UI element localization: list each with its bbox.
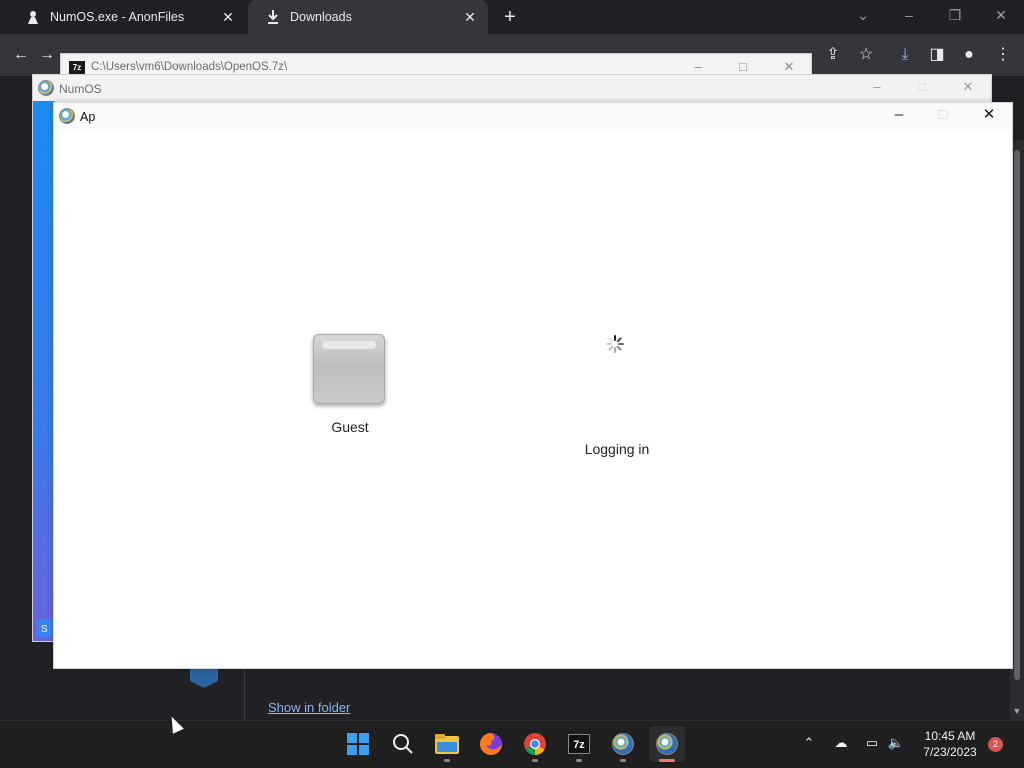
show-in-folder-link[interactable]: Show in folder xyxy=(268,700,350,715)
search-icon[interactable] xyxy=(385,726,421,762)
tab-anonfiles[interactable]: NumOS.exe - AnonFiles ✕ xyxy=(8,0,246,34)
numos-setup-glyph xyxy=(612,733,634,755)
numos-sidebar xyxy=(33,101,55,641)
network-icon[interactable]: ▭ xyxy=(862,733,882,753)
forward-icon[interactable]: → xyxy=(36,44,58,66)
close-icon[interactable]: ✕ xyxy=(978,0,1024,34)
window-title: C:\Users\vm6\Downloads\OpenOS.7z\ xyxy=(91,61,288,73)
tab-search-icon[interactable]: ⌄ xyxy=(840,0,886,34)
scrollbar-thumb[interactable] xyxy=(1014,150,1020,680)
close-icon[interactable]: ✕ xyxy=(972,104,1006,126)
share-icon[interactable]: ⇪ xyxy=(822,44,844,66)
start-button[interactable]: S xyxy=(37,619,53,637)
7zip-logo: 7z xyxy=(568,734,590,754)
volume-icon[interactable]: 🔈 xyxy=(886,733,906,753)
tab-label: Downloads xyxy=(290,10,352,24)
running-indicator xyxy=(620,759,626,762)
7zip-icon[interactable]: 7z xyxy=(561,726,597,762)
divider xyxy=(244,665,245,720)
numos-app-glyph xyxy=(656,733,678,755)
guest-label: Guest xyxy=(331,419,369,435)
loading-spinner-icon xyxy=(606,335,624,353)
running-indicator xyxy=(576,759,582,762)
active-indicator xyxy=(659,759,675,762)
notification-badge[interactable]: 2 xyxy=(988,737,1003,752)
numos-setup-icon[interactable] xyxy=(605,726,641,762)
numos-app-icon xyxy=(59,108,75,124)
close-tab-icon[interactable]: ✕ xyxy=(220,9,236,25)
numos-app-icon xyxy=(38,80,54,96)
download-icon[interactable]: ⤓ xyxy=(894,44,916,66)
chrome-icon[interactable] xyxy=(517,726,553,762)
star-icon[interactable]: ☆ xyxy=(855,44,877,66)
numos-app-icon[interactable] xyxy=(649,726,685,762)
scroll-down-icon[interactable]: ▼ xyxy=(1010,704,1024,718)
window-title: Ap xyxy=(80,110,96,124)
back-icon[interactable]: ← xyxy=(10,44,32,66)
ap-window: Ap Guest Logging in xyxy=(53,102,1013,669)
firefox-icon[interactable] xyxy=(473,726,509,762)
new-tab-button[interactable]: + xyxy=(498,5,522,29)
onedrive-icon[interactable]: ☁ xyxy=(831,733,851,753)
running-indicator xyxy=(532,759,538,762)
window-title: NumOS xyxy=(59,82,102,96)
title-bar: NumOS xyxy=(33,75,991,101)
clock-date[interactable]: 7/23/2023 xyxy=(912,745,988,759)
minimize-icon[interactable]: – xyxy=(862,77,892,97)
guest-avatar-button[interactable] xyxy=(313,334,385,404)
login-status: Logging in xyxy=(584,441,650,457)
sidepanel-icon[interactable]: ◨ xyxy=(926,44,948,66)
close-icon[interactable]: ✕ xyxy=(953,77,983,97)
menu-icon[interactable]: ⋮ xyxy=(992,44,1014,66)
tab-label: NumOS.exe - AnonFiles xyxy=(50,10,185,24)
profile-icon[interactable]: ● xyxy=(958,44,980,66)
running-indicator xyxy=(444,759,450,762)
clock-time[interactable]: 10:45 AM xyxy=(912,729,988,743)
minimize-icon[interactable]: – xyxy=(882,104,916,126)
title-bar: Ap xyxy=(54,103,1012,131)
tab-downloads[interactable]: Downloads ✕ xyxy=(248,0,488,34)
maximize-icon: □ xyxy=(918,79,926,94)
start-button-label: S xyxy=(41,624,48,635)
chevron-up-icon[interactable]: ⌃ xyxy=(799,733,819,753)
download-icon xyxy=(266,10,280,24)
restore-icon[interactable]: ❐ xyxy=(932,0,978,34)
7zip-icon: 7z xyxy=(69,61,85,74)
minimize-icon[interactable]: – xyxy=(886,0,932,34)
start-icon[interactable] xyxy=(340,726,376,762)
close-tab-icon[interactable]: ✕ xyxy=(462,9,478,25)
anonfiles-icon xyxy=(26,10,40,24)
maximize-icon: □ xyxy=(938,106,948,123)
file-explorer-icon[interactable] xyxy=(429,726,465,762)
